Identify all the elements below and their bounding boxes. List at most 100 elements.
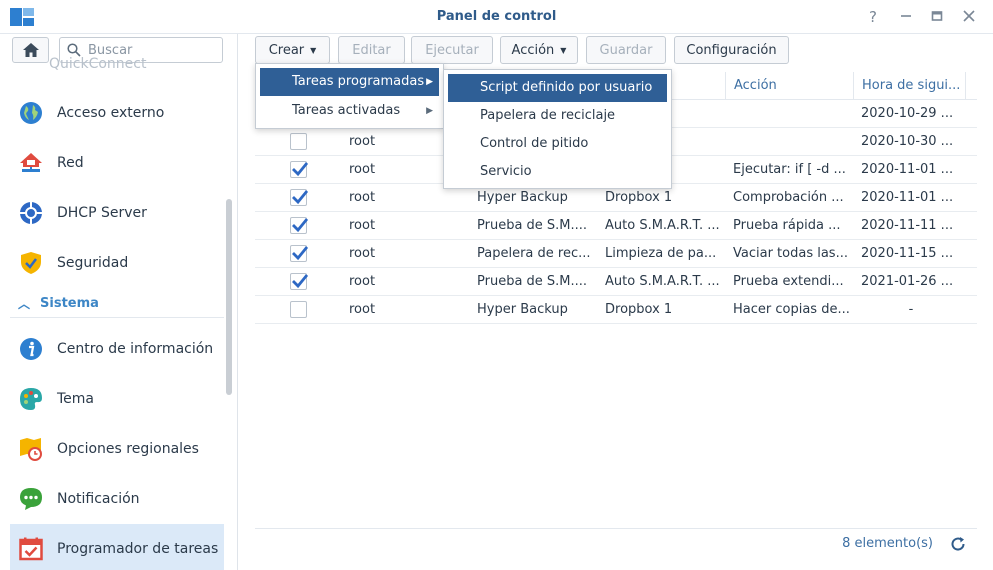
sidebar-item-tema[interactable]: Tema bbox=[10, 374, 224, 424]
column-hora-de-siguiente[interactable]: Hora de sigui... bbox=[853, 72, 965, 100]
sidebar-item-label: Programador de tareas bbox=[57, 541, 219, 557]
cell-tipo: Prueba de S.M.... bbox=[477, 274, 588, 289]
cell-accion: Vaciar todas las... bbox=[733, 246, 848, 261]
sidebar-item-dhcp-server[interactable]: DHCP Server bbox=[10, 188, 224, 238]
row-checkbox[interactable] bbox=[290, 245, 309, 262]
column-spacer bbox=[965, 72, 977, 100]
row-checkbox[interactable] bbox=[290, 161, 309, 178]
crear-menu: Tareas programadas ▶ Tareas activadas ▶ bbox=[255, 63, 444, 129]
arrow-right-icon: ▶ bbox=[426, 106, 433, 116]
sidebar-item-notificacion[interactable]: Notificación bbox=[10, 474, 224, 524]
cell-tarea: Limpieza de pa... bbox=[605, 246, 717, 261]
row-checkbox[interactable] bbox=[290, 189, 309, 206]
configuracion-button[interactable]: Configuración bbox=[674, 36, 789, 64]
sidebar-item-label: Seguridad bbox=[57, 255, 129, 271]
sidebar-item-label: Tema bbox=[57, 391, 95, 407]
crear-button[interactable]: Crear ▼ bbox=[255, 36, 330, 64]
window-title: Panel de control bbox=[436, 9, 557, 24]
sidebar-item-label: Red bbox=[57, 155, 84, 171]
sidebar-item-acceso-externo[interactable]: Acceso externo bbox=[10, 88, 224, 138]
sidebar-item-centro-de-informacion[interactable]: Centro de información bbox=[10, 324, 224, 374]
crear-label: Crear bbox=[268, 42, 305, 58]
network-house-icon bbox=[18, 150, 44, 176]
caret-down-icon: ▼ bbox=[560, 45, 567, 55]
cell-tipo: Hyper Backup bbox=[477, 302, 568, 317]
cell-tipo: Papelera de rec... bbox=[477, 246, 591, 261]
cell-accion: Comprobación ... bbox=[733, 190, 844, 205]
sidebar-item-programador-de-tareas[interactable]: Programador de tareas bbox=[10, 524, 224, 570]
maximize-icon[interactable] bbox=[926, 7, 948, 27]
accion-button[interactable]: Acción ▼ bbox=[500, 36, 578, 64]
menu-item-tareas-programadas[interactable]: Tareas programadas ▶ bbox=[260, 68, 439, 96]
chevron-up-icon: ︿ bbox=[18, 297, 31, 311]
menu-item-label: Tareas activadas bbox=[292, 103, 401, 118]
info-icon bbox=[18, 336, 44, 362]
table-row[interactable]: root Prueba de S.M.... Auto S.M.A.R.T. ...… bbox=[255, 212, 977, 240]
cell-tipo: Prueba de S.M.... bbox=[477, 218, 588, 233]
cell-tarea: Dropbox 1 bbox=[605, 302, 673, 317]
cell-accion bbox=[733, 100, 853, 128]
item-count: 8 elemento(s) bbox=[842, 536, 933, 551]
cell-hora: 2020-11-11 ... bbox=[861, 218, 954, 233]
cell-accion: Ejecutar: if [ -d ... bbox=[733, 162, 846, 177]
help-icon[interactable]: ? bbox=[862, 7, 884, 27]
arrow-right-icon: ▶ bbox=[426, 77, 433, 87]
editar-button[interactable]: Editar bbox=[338, 36, 405, 64]
cell-hora: 2020-11-01 ... bbox=[861, 162, 954, 177]
row-checkbox[interactable] bbox=[290, 273, 309, 290]
cell-hora: 2020-10-30 ... bbox=[861, 134, 954, 149]
section-sistema[interactable]: ︿ Sistema bbox=[10, 290, 224, 318]
menu-item-servicio[interactable]: Servicio bbox=[448, 158, 667, 186]
cell-hora: - bbox=[908, 302, 914, 317]
refresh-icon[interactable] bbox=[949, 535, 967, 553]
cell-accion: Hacer copias de... bbox=[733, 302, 850, 317]
menu-item-control-de-pitido[interactable]: Control de pitido bbox=[448, 130, 667, 158]
menu-item-label: Tareas programadas bbox=[292, 74, 425, 89]
sidebar-item-label: Notificación bbox=[57, 491, 140, 507]
row-checkbox[interactable] bbox=[290, 133, 307, 150]
sidebar-scrollbar[interactable] bbox=[226, 199, 232, 395]
sidebar-item-label: Centro de información bbox=[57, 341, 214, 357]
cell-accion: Prueba extendi... bbox=[733, 274, 844, 289]
menu-item-tareas-activadas[interactable]: Tareas activadas ▶ bbox=[260, 97, 439, 125]
caret-down-icon: ▼ bbox=[310, 45, 317, 55]
sidebar-item-red[interactable]: Red bbox=[10, 138, 224, 188]
sidebar-item-label: Opciones regionales bbox=[57, 441, 199, 457]
close-icon[interactable] bbox=[958, 7, 980, 27]
cell-user: root bbox=[349, 302, 376, 317]
row-checkbox[interactable] bbox=[290, 217, 309, 234]
globe-icon bbox=[18, 100, 44, 126]
table-row[interactable]: root Prueba de S.M.... Auto S.M.A.R.T. ...… bbox=[255, 268, 977, 296]
row-checkbox[interactable] bbox=[290, 301, 307, 318]
table-footer: 8 elemento(s) bbox=[255, 528, 977, 558]
guardar-button[interactable]: Guardar bbox=[586, 36, 666, 64]
table-row[interactable]: root Hyper Backup Dropbox 1 Hacer copias de… bbox=[255, 296, 977, 324]
home-button[interactable] bbox=[12, 37, 49, 63]
shield-icon bbox=[18, 250, 44, 276]
tareas-programadas-submenu: Script definido por usuario Papelera de … bbox=[443, 69, 672, 189]
sidebar-item-quickconnect[interactable]: QuickConnect bbox=[49, 56, 146, 72]
ejecutar-button[interactable]: Ejecutar bbox=[411, 36, 493, 64]
cell-hora: 2020-11-15 ... bbox=[861, 246, 954, 261]
dhcp-icon bbox=[18, 200, 44, 226]
cell-hora: 2020-11-01 ... bbox=[861, 190, 954, 205]
sidebar-item-label: DHCP Server bbox=[57, 205, 147, 221]
sidebar-item-seguridad[interactable]: Seguridad bbox=[10, 238, 224, 288]
regional-map-clock-icon bbox=[18, 436, 44, 462]
sidebar-item-opciones-regionales[interactable]: Opciones regionales bbox=[10, 424, 224, 474]
cell-accion bbox=[733, 128, 853, 156]
menu-item-script-definido-por-usuario[interactable]: Script definido por usuario bbox=[448, 74, 667, 102]
column-accion[interactable]: Acción bbox=[725, 72, 853, 100]
title-bar: Panel de control ? bbox=[0, 0, 993, 34]
cell-hora: 2021-01-26 ... bbox=[861, 274, 954, 289]
cell-user: root bbox=[349, 274, 376, 289]
minimize-icon[interactable] bbox=[895, 7, 917, 27]
cell-tarea: Auto S.M.A.R.T. ... bbox=[605, 274, 720, 289]
cell-tarea: Auto S.M.A.R.T. ... bbox=[605, 218, 720, 233]
table-row[interactable]: root Papelera de rec... Limpieza de pa... V… bbox=[255, 240, 977, 268]
cell-accion: Prueba rápida ... bbox=[733, 218, 841, 233]
sidebar-item-label: Acceso externo bbox=[57, 105, 165, 121]
menu-item-papelera-de-reciclaje[interactable]: Papelera de reciclaje bbox=[448, 102, 667, 130]
accion-label: Acción bbox=[511, 42, 555, 58]
section-label: Sistema bbox=[40, 296, 99, 311]
